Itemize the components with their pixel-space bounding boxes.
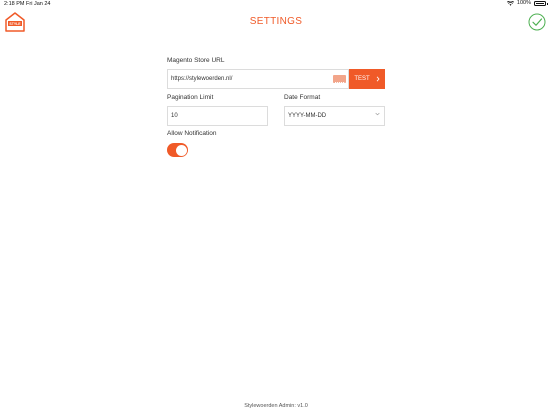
battery-icon bbox=[534, 0, 548, 6]
store-url-input[interactable]: https://stylewoerden.nl/ bbox=[167, 69, 349, 89]
status-bar: 2:18 PM Fri Jan 24 100% bbox=[0, 0, 552, 9]
wifi-icon bbox=[506, 0, 514, 6]
date-format-select[interactable]: YYYY-MM-DD bbox=[284, 106, 385, 126]
date-format-label: Date Format bbox=[284, 94, 321, 101]
notification-label: Allow Notification bbox=[167, 130, 217, 137]
store-url-label: Magento Store URL bbox=[167, 57, 225, 64]
date-format-value: YYYY-MM-DD bbox=[288, 113, 327, 119]
status-date: Fri Jan 24 bbox=[26, 1, 51, 7]
keyboard-icon[interactable] bbox=[333, 75, 346, 87]
chevron-down-icon bbox=[375, 112, 380, 116]
test-button-label: TEST bbox=[354, 76, 370, 82]
status-right: 100% bbox=[506, 0, 548, 6]
store-url-row: https://stylewoerden.nl/ TEST bbox=[167, 69, 385, 89]
notification-toggle[interactable] bbox=[167, 143, 188, 157]
test-button[interactable]: TEST bbox=[349, 69, 385, 89]
status-time: 2:18 PM bbox=[4, 1, 25, 7]
battery-percent: 100% bbox=[516, 0, 531, 6]
pagination-label: Pagination Limit bbox=[167, 94, 214, 101]
pagination-input[interactable]: 10 bbox=[167, 106, 268, 126]
page-title: SETTINGS bbox=[249, 16, 303, 27]
chevron-right-icon bbox=[376, 76, 380, 82]
check-circle-icon[interactable] bbox=[528, 13, 546, 31]
app-version: Stylewoerden Admin: v1.0 bbox=[244, 403, 308, 409]
toggle-knob bbox=[175, 144, 187, 156]
